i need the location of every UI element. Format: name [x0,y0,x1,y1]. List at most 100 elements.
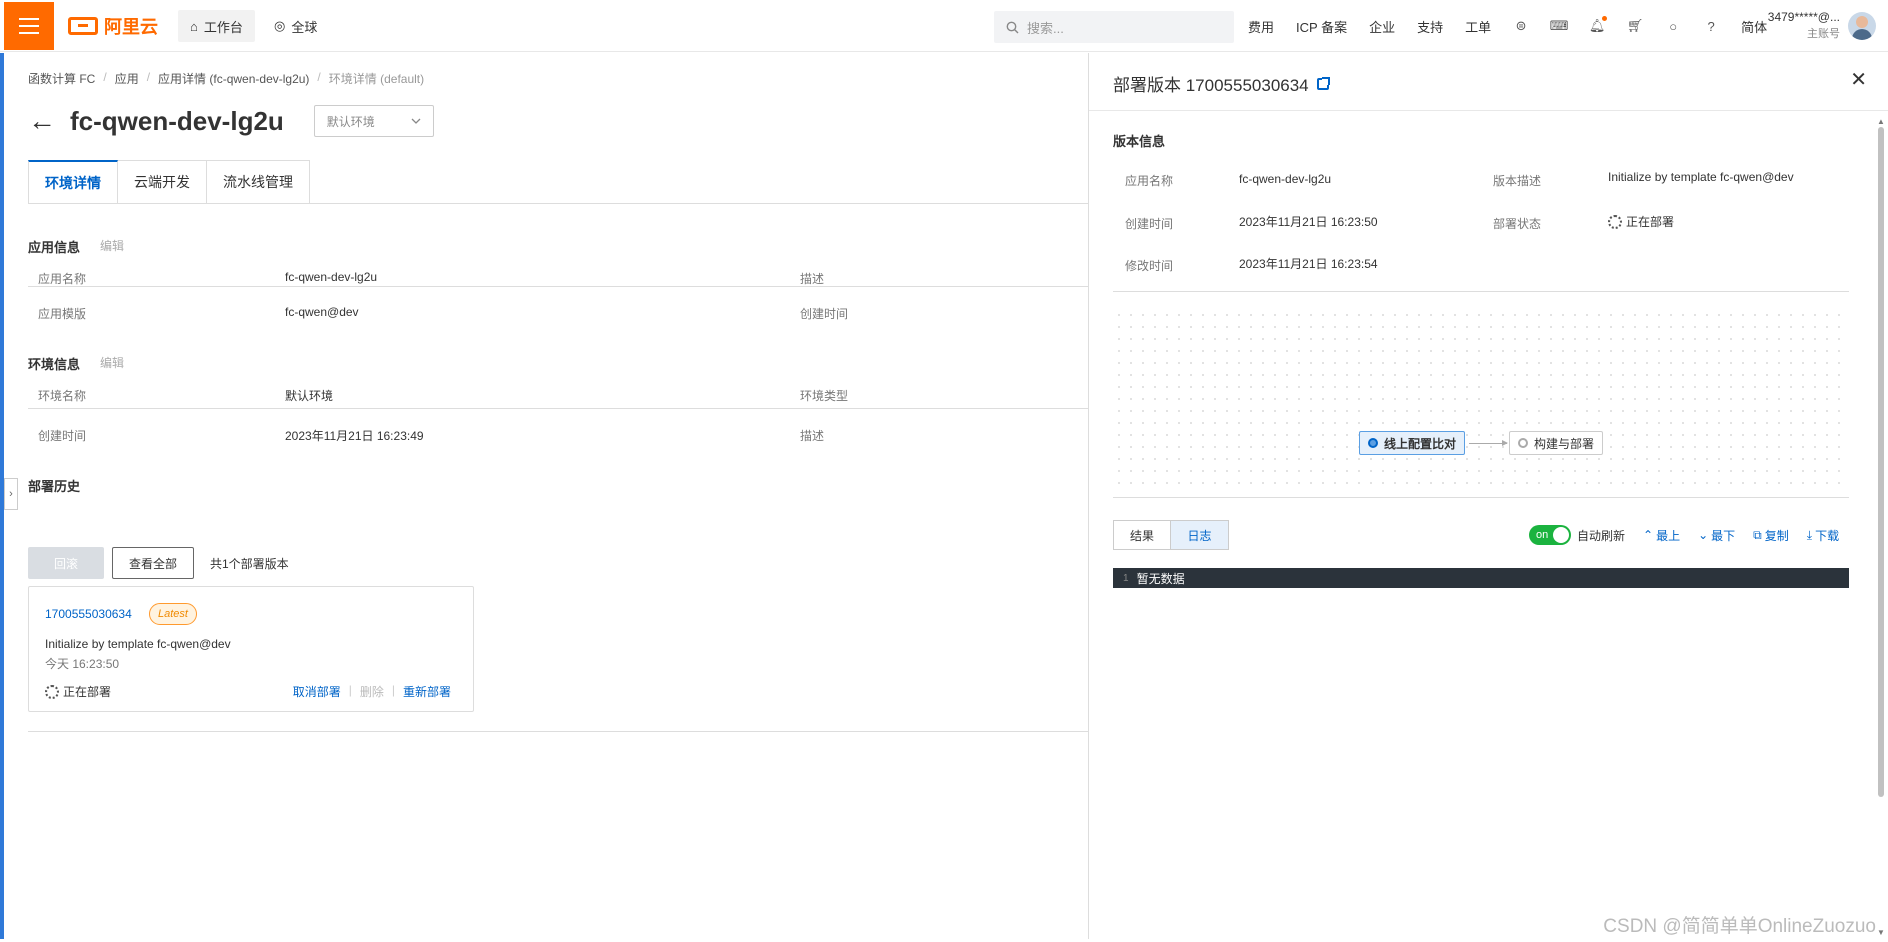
brand-name: 阿里云 [104,17,158,37]
deploy-status-text: 正在部署 [63,685,112,699]
cancel-deploy-link[interactable]: 取消部署 [293,683,341,700]
app-created-label: 创建时间 [800,307,849,321]
notification-dot [1602,16,1608,21]
env-name-value: 默认环境 [285,389,334,403]
tab-pipeline[interactable]: 流水线管理 [207,160,310,204]
auto-refresh-toggle[interactable]: on [1529,525,1571,545]
lightbulb-icon[interactable]: ○ [1665,18,1681,34]
close-icon[interactable]: ✕ [1850,67,1867,92]
version-link[interactable]: 1700555030634 [45,607,132,621]
breadcrumb-apps[interactable]: 应用 [115,70,139,87]
copy-button[interactable]: ⧉ 复制 [1753,527,1789,544]
app-desc-label: 描述 [800,272,825,286]
env-created-value: 2023年11月21日 16:23:49 [285,429,424,443]
scroll-top-button[interactable]: ⌃ 最上 [1643,527,1680,544]
tabs-divider [28,203,1088,204]
view-all-button[interactable]: 查看全部 [112,547,194,579]
workspace-button[interactable]: ⌂ 工作台 [178,10,255,42]
divider [1113,497,1849,498]
nav-icp[interactable]: ICP 备案 [1296,17,1347,36]
sidebar-expand-handle[interactable]: › [4,478,18,510]
download-button[interactable]: ⤓ 下载 [1807,527,1839,544]
breadcrumb: 函数计算 FC / 应用 / 应用详情 (fc-qwen-dev-lg2u) / 环境… [28,70,425,87]
search-input[interactable]: 搜索... [994,11,1234,43]
page-header: ← fc-qwen-dev-lg2u 默认环境 [28,105,434,137]
nav-fees[interactable]: 费用 [1248,17,1274,36]
pv-status-label: 部署状态 [1493,217,1542,231]
app-template-label: 应用模版 [38,307,87,321]
breadcrumb-app-detail[interactable]: 应用详情 (fc-qwen-dev-lg2u) [158,70,309,87]
rollback-button[interactable]: 回滚 [28,547,104,579]
copy-icon: ⧉ [1753,527,1762,542]
log-toolbar: on 自动刷新 ⌃ 最上 ⌄ 最下 ⧉ 复制 ⤓ 下载 [1529,525,1839,545]
env-created-label: 创建时间 [38,429,87,443]
delete-link[interactable]: 删除 [360,683,384,700]
top-bar: 阿里云 ⌂ 工作台 ◎ 全球 搜索... 费用 ICP 备案 企业 支持 工单 … [0,0,1888,52]
tab-result[interactable]: 结果 [1113,520,1171,550]
divider [28,731,1088,732]
env-select-value: 默认环境 [326,114,375,129]
app-info-edit-link[interactable]: 编辑 [100,237,124,256]
app-info-title: 应用信息 编辑 [28,237,124,256]
env-info-edit-link[interactable]: 编辑 [100,354,124,373]
redeploy-link[interactable]: 重新部署 [403,683,451,700]
tab-env-detail[interactable]: 环境详情 [28,160,118,204]
avatar[interactable] [1848,12,1876,40]
app-info-heading: 应用信息 [28,240,81,255]
auto-refresh-label: 自动刷新 [1577,528,1626,543]
account-name: 3479*****@... [1767,10,1840,24]
flow-node-config-diff[interactable]: 线上配置比对 [1359,431,1466,455]
scroll-bottom-label: 最下 [1711,528,1736,543]
latest-badge: Latest [149,603,197,625]
scroll-bottom-button[interactable]: ⌄ 最下 [1698,527,1735,544]
env-desc-label: 描述 [800,429,825,443]
pv-status-value: 正在部署 [1626,215,1675,229]
region-button[interactable]: ◎ 全球 [262,10,329,42]
env-select[interactable]: 默认环境 [313,105,434,137]
tab-log[interactable]: 日志 [1171,520,1229,550]
pv-app-name-label: 应用名称 [1125,174,1174,188]
chevron-up-icon: ⌃ [1643,528,1654,542]
watermark: CSDN @简简单单OnlineZuozuo [1603,916,1876,937]
external-link-icon[interactable] [1316,76,1330,90]
version-info-heading: 版本信息 [1113,134,1166,149]
loading-spinner-icon [45,684,59,699]
tab-cloud-dev[interactable]: 云端开发 [118,160,207,204]
terminal-icon[interactable]: ⌨ [1550,18,1569,34]
breadcrumb-fc[interactable]: 函数计算 FC [28,70,95,87]
filing-icon[interactable]: ⊜ [1513,18,1529,34]
globe-icon: ◎ [274,18,286,33]
divider [28,408,1088,409]
drawer-title-text: 部署版本 1700555030634 [1113,76,1309,95]
flow-node-build-deploy[interactable]: 构建与部署 [1509,431,1604,455]
scroll-up-arrow-icon[interactable]: ▲ [1877,117,1885,126]
deploy-count: 共1个部署版本 [210,557,289,571]
main-content: 函数计算 FC / 应用 / 应用详情 (fc-qwen-dev-lg2u) / 环境… [4,53,1088,939]
scrollbar-thumb[interactable] [1878,127,1884,797]
console-line-number: 1 [1123,572,1129,584]
divider [28,286,1088,287]
help-icon[interactable]: ? [1703,18,1719,34]
menu-icon[interactable] [4,2,54,50]
top-nav: 费用 ICP 备案 企业 支持 工单 ⊜ ⌨ 🔔︎ 🛒︎ ○ ? 简体 [1248,0,1767,52]
nav-enterprise[interactable]: 企业 [1369,17,1395,36]
download-label: 下载 [1815,528,1840,543]
deploy-version-card[interactable]: 1700555030634 Latest Initialize by templ… [28,586,474,712]
divider [1113,291,1849,292]
account-info[interactable]: 3479*****@... 主账号 [1758,9,1840,43]
version-description: Initialize by template fc-qwen@dev [45,637,231,651]
search-placeholder: 搜索... [1027,20,1064,36]
cart-icon[interactable]: 🛒︎ [1627,18,1644,34]
nav-support[interactable]: 支持 [1417,17,1443,36]
back-arrow-icon[interactable]: ← [28,107,56,135]
deploy-history-heading: 部署历史 [28,479,81,494]
bell-icon[interactable]: 🔔︎ [1589,16,1608,34]
copy-label: 复制 [1764,528,1789,543]
brand-logo[interactable]: 阿里云 [68,14,158,38]
pv-modified-label: 修改时间 [1125,259,1174,273]
nav-ticket[interactable]: 工单 [1465,17,1491,36]
node-status-icon [1368,438,1378,448]
scroll-down-arrow-icon[interactable]: ▼ [1877,928,1885,937]
drawer-scrollbar[interactable]: ▲ ▼ [1877,117,1885,937]
pv-modified-value: 2023年11月21日 16:23:54 [1239,257,1378,271]
